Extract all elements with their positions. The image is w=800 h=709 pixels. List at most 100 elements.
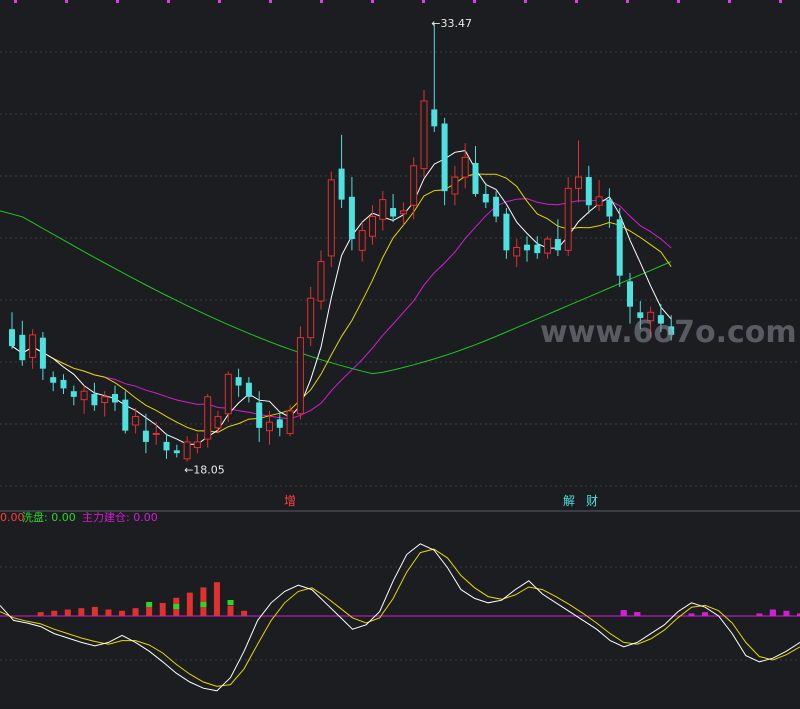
candle-body-down — [472, 162, 479, 194]
watermark: www.6o7o.com — [540, 315, 797, 350]
indicator-bar — [241, 610, 248, 616]
candle-body-up — [379, 199, 387, 220]
top-marker — [116, 0, 119, 3]
indicator-bar — [64, 609, 71, 616]
top-marker — [218, 0, 221, 3]
candlestick-chart: www.6o7o.com ←33.47 ←18.05 增 解 财 0.00 洗盘… — [0, 0, 800, 692]
candle-body-up — [420, 100, 428, 170]
top-marker — [575, 0, 578, 3]
top-marker — [728, 0, 731, 3]
candle-body-down — [50, 377, 57, 383]
indicator-k-line — [0, 543, 800, 692]
indicator-bar — [119, 610, 126, 616]
candle-body-down — [122, 399, 129, 431]
top-marker — [626, 0, 629, 3]
wash-mark — [146, 602, 153, 607]
candle-body-down — [616, 219, 623, 276]
candle-body-down — [9, 329, 15, 347]
candle-body-up — [152, 432, 160, 435]
candle-body-down — [163, 441, 170, 451]
candle-body-down — [503, 213, 510, 251]
candle-body-down — [627, 281, 633, 307]
candle-body-up — [369, 216, 376, 237]
indicator-bar — [702, 612, 709, 616]
top-marker — [677, 0, 680, 3]
candle-body-down — [39, 337, 46, 369]
candle-body-down — [60, 379, 67, 389]
candle-body-up — [410, 165, 418, 206]
top-marker — [14, 0, 17, 3]
candle-body-up — [224, 373, 232, 415]
indicator-d-line — [0, 548, 800, 687]
candle-body-up — [513, 247, 521, 257]
candle-body-up — [564, 187, 572, 251]
candle-body-up — [80, 390, 88, 401]
indicator-bar — [200, 587, 207, 616]
candle-body-down — [91, 394, 98, 406]
candle-body-down — [534, 244, 541, 254]
candle-body-up — [461, 156, 469, 178]
candle-body-down — [585, 177, 592, 206]
candle-body-down — [524, 244, 530, 251]
top-marker — [524, 0, 527, 3]
indicator-bar — [105, 609, 112, 616]
ma-mid-line — [11, 173, 672, 433]
indicator-bar — [213, 582, 220, 616]
top-marker — [779, 0, 782, 3]
candle-body-up — [193, 441, 201, 449]
candle-body-up — [358, 230, 366, 251]
candle-body-down — [256, 402, 263, 428]
candle-body-down — [235, 377, 242, 386]
build-mark — [620, 610, 627, 616]
top-marker — [422, 0, 425, 3]
candle-body-up — [101, 396, 109, 403]
candle-body-up — [29, 334, 37, 358]
candle-body-up — [286, 410, 294, 434]
wash-mark — [200, 602, 207, 607]
indicator-bar — [227, 605, 234, 616]
indicator-bar — [688, 613, 695, 616]
candle-body-down — [173, 450, 180, 454]
top-marker — [473, 0, 476, 3]
candle-body-down — [348, 196, 355, 240]
indicator-bar — [783, 610, 790, 616]
top-marker — [320, 0, 323, 3]
top-marker — [167, 0, 170, 3]
candle-body-up — [544, 238, 552, 254]
candle-body-down — [142, 430, 149, 442]
candle-body-down — [70, 391, 77, 397]
wash-mark — [227, 600, 234, 605]
candle-body-down — [112, 394, 118, 403]
candle-body-up — [266, 421, 273, 432]
candle-body-up — [204, 396, 212, 440]
indicator-bar — [159, 603, 166, 616]
wash-mark — [173, 604, 180, 609]
candle-body-up — [317, 261, 325, 302]
top-marker — [371, 0, 374, 3]
candle-body-down — [338, 168, 345, 200]
candle-body-down — [441, 123, 448, 192]
indicator-bar — [91, 606, 98, 616]
candle-body-down — [390, 208, 397, 217]
indicator-bar — [37, 612, 44, 616]
candle-body-up — [183, 441, 191, 460]
top-marker — [269, 0, 272, 3]
chart-window: www.6o7o.com ←33.47 ←18.05 增 解 财 0.00 洗盘… — [0, 0, 800, 705]
indicator-bar — [51, 610, 58, 616]
indicator-bar — [146, 605, 153, 616]
indicator-bar — [186, 592, 193, 616]
build-mark — [634, 612, 641, 616]
candle-body-down — [276, 419, 283, 428]
indicator-bar — [756, 613, 763, 616]
legend-build: 主力建仓: 0.00 — [82, 510, 158, 524]
high-price-label: ←33.47 — [431, 17, 472, 30]
candle-body-up — [327, 179, 335, 257]
candle-body-up — [595, 196, 603, 206]
candle-body-down — [482, 193, 489, 203]
legend-wash: 洗盘: 0.00 — [22, 510, 76, 524]
event-label-cai: 财 — [586, 494, 598, 508]
candle-body-down — [493, 196, 500, 217]
event-label-jie: 解 — [563, 494, 575, 508]
candle-body-up — [399, 210, 407, 215]
ma-slow-line — [11, 198, 672, 420]
